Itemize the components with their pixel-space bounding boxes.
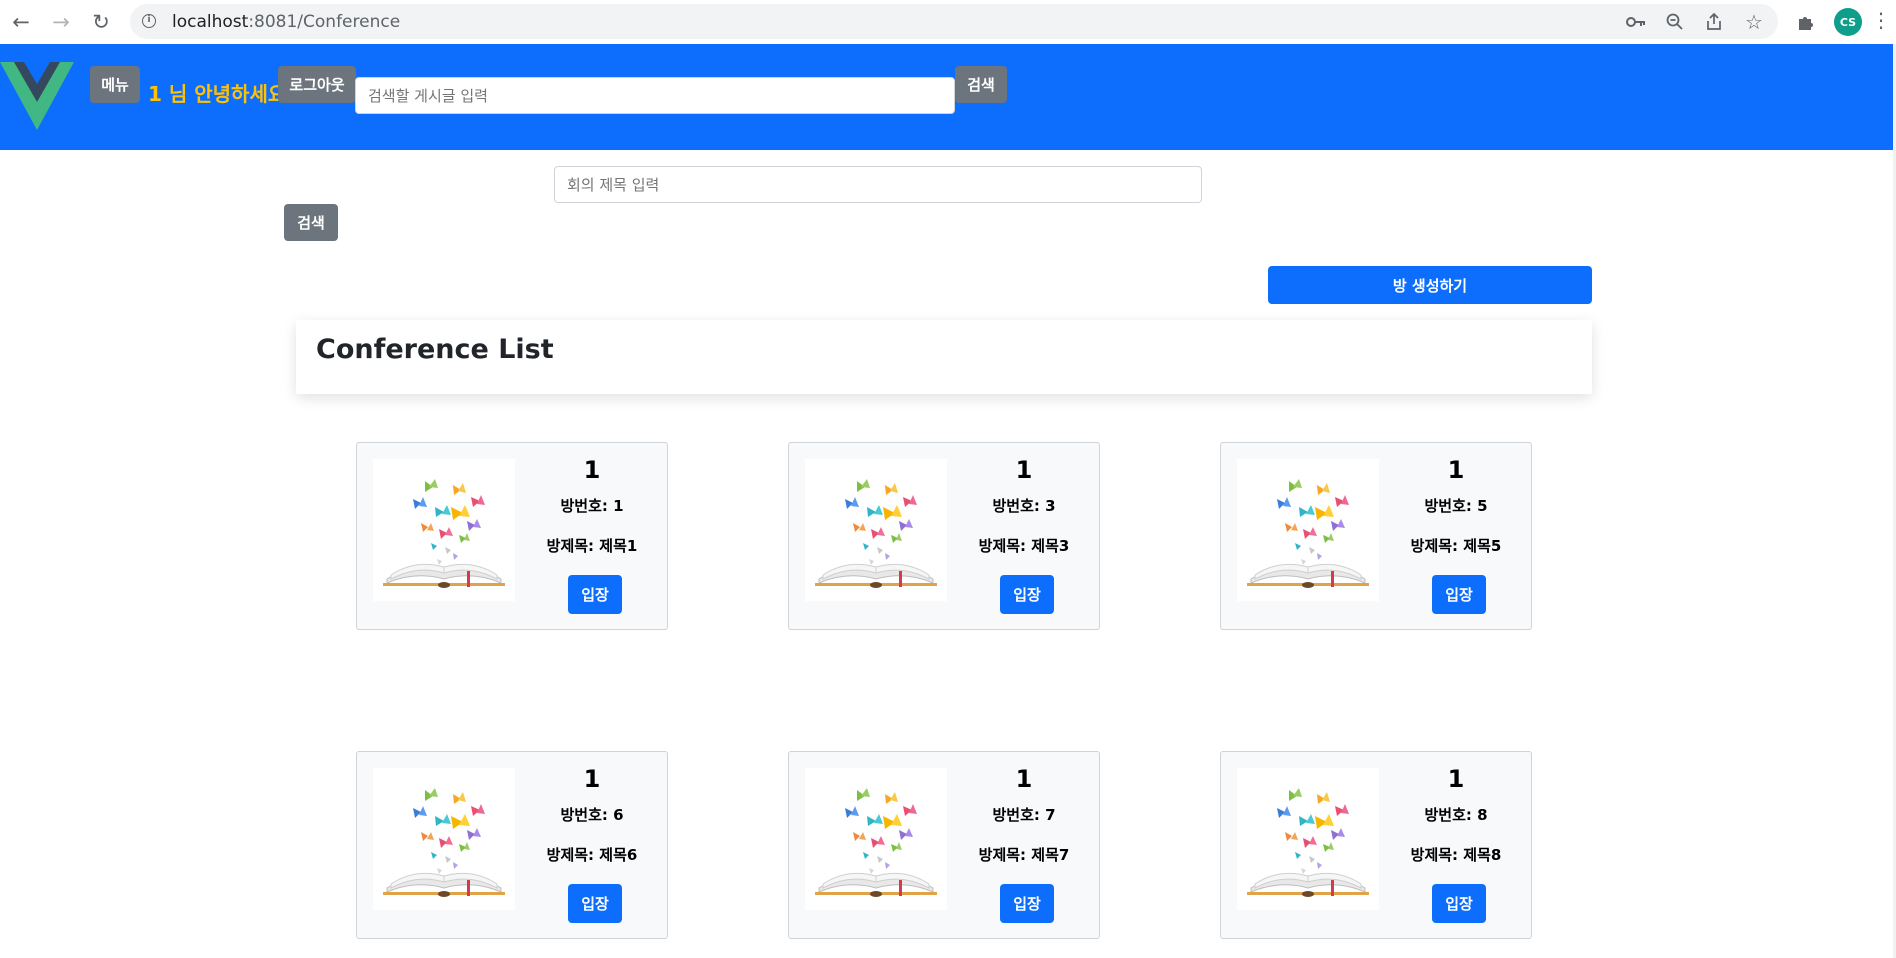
room-thumbnail-image [1237, 459, 1379, 601]
app-header: 메뉴 1 님 안녕하세요 로그아웃 검색 [0, 44, 1893, 150]
room-number: 방번호: 1 [560, 497, 624, 515]
room-card: 1 방번호: 6 방제목: 제목6 입장 [356, 751, 668, 939]
back-arrow-icon[interactable]: ← [8, 9, 34, 35]
room-card: 1 방번호: 7 방제목: 제목7 입장 [788, 751, 1100, 939]
browser-toolbar: ← → ↻ i localhost:8081/Conference ☆ CS ⋮ [0, 0, 1896, 45]
room-participant-count: 1 [1015, 765, 1033, 793]
profile-avatar[interactable]: CS [1834, 8, 1862, 36]
room-title: 방제목: 제목6 [546, 846, 638, 864]
room-participant-count: 1 [583, 765, 601, 793]
room-participant-count: 1 [1015, 456, 1033, 484]
zoom-out-icon[interactable] [1663, 10, 1687, 34]
room-number: 방번호: 6 [560, 806, 624, 824]
enter-room-button[interactable]: 입장 [1432, 575, 1486, 614]
enter-room-button[interactable]: 입장 [1000, 575, 1054, 614]
bookmark-star-icon[interactable]: ☆ [1742, 10, 1766, 34]
post-search-input[interactable] [355, 77, 955, 114]
room-thumbnail-image [373, 459, 515, 601]
room-thumbnail-image [373, 768, 515, 910]
reload-icon[interactable]: ↻ [88, 9, 114, 35]
forward-arrow-icon[interactable]: → [48, 9, 74, 35]
room-number: 방번호: 3 [992, 497, 1056, 515]
create-room-button[interactable]: 방 생성하기 [1268, 266, 1592, 304]
enter-room-button[interactable]: 입장 [568, 575, 622, 614]
share-icon[interactable] [1702, 10, 1726, 34]
menu-button[interactable]: 메뉴 [90, 66, 140, 103]
room-number: 방번호: 7 [992, 806, 1056, 824]
enter-room-button[interactable]: 입장 [568, 884, 622, 923]
conference-title-search-input[interactable] [554, 166, 1202, 203]
room-title: 방제목: 제목7 [978, 846, 1070, 864]
room-thumbnail-image [1237, 768, 1379, 910]
room-number: 방번호: 5 [1424, 497, 1488, 515]
conference-search-button[interactable]: 검색 [284, 204, 338, 241]
vue-logo-icon[interactable] [0, 62, 74, 130]
key-icon[interactable] [1624, 10, 1648, 34]
room-title: 방제목: 제목1 [546, 537, 638, 555]
conference-list-title: Conference List [316, 334, 554, 365]
header-search-button[interactable]: 검색 [955, 66, 1007, 103]
room-thumbnail-image [805, 768, 947, 910]
room-participant-count: 1 [1447, 765, 1465, 793]
room-participant-count: 1 [583, 456, 601, 484]
room-title: 방제목: 제목5 [1410, 537, 1502, 555]
conference-list-panel: Conference List [296, 320, 1592, 394]
room-card: 1 방번호: 5 방제목: 제목5 입장 [1220, 442, 1532, 630]
url-text[interactable]: localhost:8081/Conference [172, 12, 400, 32]
enter-room-button[interactable]: 입장 [1000, 884, 1054, 923]
address-bar[interactable]: i localhost:8081/Conference ☆ [130, 4, 1778, 39]
room-participant-count: 1 [1447, 456, 1465, 484]
room-title: 방제목: 제목3 [978, 537, 1070, 555]
room-card: 1 방번호: 3 방제목: 제목3 입장 [788, 442, 1100, 630]
site-info-icon[interactable]: i [142, 14, 156, 28]
room-number: 방번호: 8 [1424, 806, 1488, 824]
room-card: 1 방번호: 1 방제목: 제목1 입장 [356, 442, 668, 630]
browser-menu-icon[interactable]: ⋮ [1871, 8, 1891, 36]
room-title: 방제목: 제목8 [1410, 846, 1502, 864]
extensions-puzzle-icon[interactable] [1793, 9, 1819, 35]
enter-room-button[interactable]: 입장 [1432, 884, 1486, 923]
greeting-text: 1 님 안녕하세요 [148, 82, 287, 106]
logout-button[interactable]: 로그아웃 [278, 66, 356, 103]
room-card: 1 방번호: 8 방제목: 제목8 입장 [1220, 751, 1532, 939]
room-thumbnail-image [805, 459, 947, 601]
